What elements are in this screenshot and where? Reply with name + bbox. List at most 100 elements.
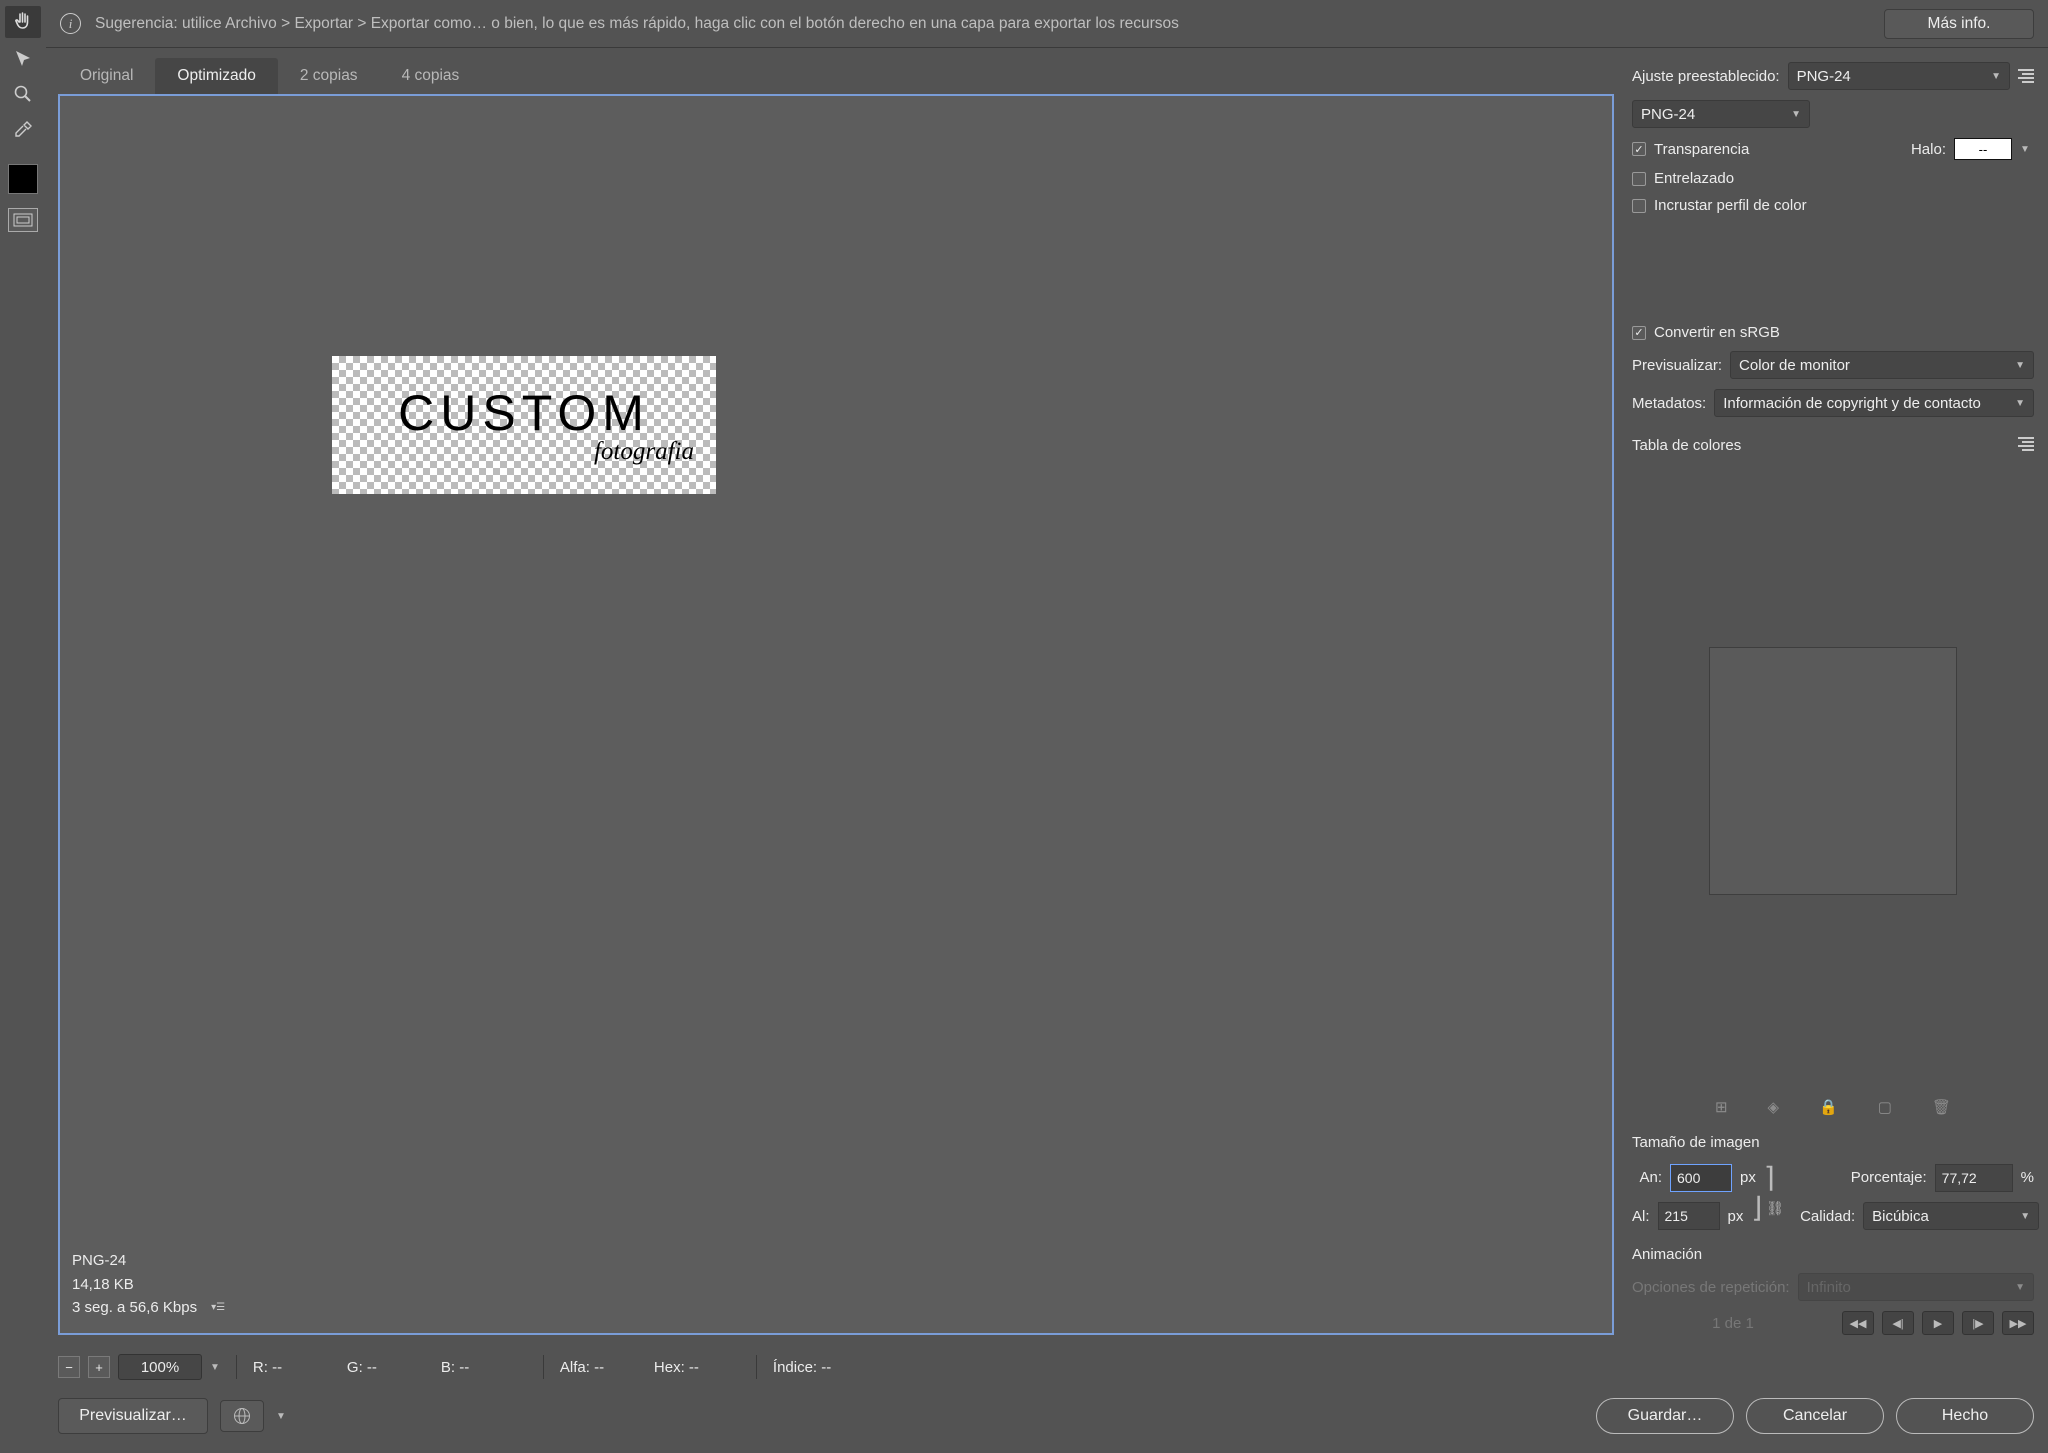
preview-label: Previsualizar: bbox=[1632, 357, 1722, 374]
preview-dropdown[interactable]: Color de monitor▼ bbox=[1730, 351, 2034, 379]
status-alpha: Alfa: -- bbox=[560, 1359, 646, 1376]
zoom-level[interactable]: 100% bbox=[118, 1354, 202, 1380]
zoom-tool-button[interactable] bbox=[5, 78, 41, 110]
prev-frame-button[interactable]: ◀| bbox=[1882, 1311, 1914, 1335]
done-button[interactable]: Hecho bbox=[1896, 1398, 2034, 1434]
animation-counter: 1 de 1 bbox=[1712, 1315, 1754, 1332]
canvas-format: PNG-24 bbox=[72, 1249, 126, 1272]
percent-label: Porcentaje: bbox=[1851, 1169, 1927, 1186]
hint-bar: i Sugerencia: utilice Archivo > Exportar… bbox=[46, 0, 2048, 48]
link-bracket-icon-2: ⌋ bbox=[1751, 1191, 1762, 1224]
repeat-dropdown: Infinito▼ bbox=[1798, 1273, 2034, 1301]
preview-canvas[interactable]: CUSTOM fotografia bbox=[60, 96, 1612, 1241]
hint-text: Sugerencia: utilice Archivo > Exportar >… bbox=[95, 15, 1870, 33]
preset-dropdown[interactable]: PNG-24▼ bbox=[1788, 62, 2010, 90]
tab-2up[interactable]: 2 copias bbox=[278, 58, 380, 94]
halo-label: Halo: bbox=[1911, 141, 1946, 158]
chevron-down-icon: ▼ bbox=[2015, 398, 2025, 409]
tab-optimized[interactable]: Optimizado bbox=[155, 58, 277, 94]
repeat-label: Opciones de repetición: bbox=[1632, 1279, 1790, 1296]
eyedropper-tool-button[interactable] bbox=[5, 114, 41, 146]
image-size-header: Tamaño de imagen bbox=[1632, 1134, 2034, 1151]
web-shift-icon[interactable]: ◈ bbox=[1768, 1098, 1780, 1116]
color-table-label: Tabla de colores bbox=[1632, 437, 1741, 454]
canvas-time: 3 seg. a 56,6 Kbps bbox=[72, 1296, 197, 1319]
metadata-dropdown[interactable]: Información de copyright y de contacto▼ bbox=[1714, 389, 2034, 417]
height-input[interactable] bbox=[1658, 1202, 1720, 1230]
chevron-down-icon: ▼ bbox=[1791, 109, 1801, 120]
preset-menu-icon[interactable] bbox=[2018, 69, 2034, 83]
tab-4up[interactable]: 4 copias bbox=[380, 58, 482, 94]
preset-label: Ajuste preestablecido: bbox=[1632, 68, 1780, 85]
interlaced-checkbox[interactable] bbox=[1632, 172, 1646, 186]
foreground-color-swatch[interactable] bbox=[8, 164, 38, 194]
preview-button[interactable]: Previsualizar… bbox=[58, 1398, 208, 1434]
color-table-menu-icon[interactable] bbox=[2018, 437, 2034, 451]
halo-swatch[interactable]: -- bbox=[1954, 138, 2012, 160]
convert-srgb-label: Convertir en sRGB bbox=[1654, 324, 1780, 341]
chevron-down-icon: ▼ bbox=[2015, 1282, 2025, 1293]
interlaced-label: Entrelazado bbox=[1654, 170, 1734, 187]
globe-icon bbox=[233, 1407, 251, 1425]
status-r: R: -- bbox=[253, 1359, 339, 1376]
status-b: B: -- bbox=[441, 1359, 527, 1376]
metadata-label: Metadatos: bbox=[1632, 395, 1706, 412]
artboard-text-1: CUSTOM bbox=[398, 384, 650, 442]
settings-panel: Ajuste preestablecido: PNG-24▼ PNG-24▼ T… bbox=[1632, 58, 2034, 1335]
slice-visibility-toggle[interactable] bbox=[8, 208, 38, 232]
browser-preview-dropdown[interactable] bbox=[220, 1400, 264, 1432]
last-frame-button[interactable]: ▶▶ bbox=[2002, 1311, 2034, 1335]
left-toolbar bbox=[0, 0, 46, 1453]
preview-artboard: CUSTOM fotografia bbox=[332, 356, 716, 494]
chevron-down-icon: ▼ bbox=[2015, 360, 2025, 371]
link-dimensions-icon[interactable]: ⛓ bbox=[1766, 1200, 1784, 1217]
preview-canvas-wrap: CUSTOM fotografia PNG-24 14,18 KB 3 seg.… bbox=[58, 94, 1614, 1335]
link-bracket-icon: ⌉ bbox=[1764, 1161, 1775, 1194]
embed-profile-label: Incrustar perfil de color bbox=[1654, 197, 1807, 214]
quality-dropdown[interactable]: Bicúbica▼ bbox=[1863, 1202, 2039, 1230]
status-g: G: -- bbox=[347, 1359, 433, 1376]
convert-srgb-checkbox[interactable] bbox=[1632, 326, 1646, 340]
canvas-size: 14,18 KB bbox=[72, 1273, 134, 1296]
lock-icon[interactable]: 🔒 bbox=[1819, 1098, 1838, 1116]
transparency-label: Transparencia bbox=[1654, 141, 1749, 158]
percent-input[interactable] bbox=[1935, 1164, 2013, 1192]
chevron-down-icon[interactable]: ▼ bbox=[2020, 144, 2034, 155]
width-label: An: bbox=[1632, 1169, 1662, 1186]
transparency-checkbox[interactable] bbox=[1632, 142, 1646, 156]
canvas-info-menu-icon[interactable]: ▾☰ bbox=[203, 1300, 225, 1316]
chevron-down-icon[interactable]: ▼ bbox=[210, 1362, 220, 1373]
animation-header: Animación bbox=[1632, 1246, 2034, 1263]
height-label: Al: bbox=[1632, 1208, 1650, 1225]
save-button[interactable]: Guardar… bbox=[1596, 1398, 1734, 1434]
slice-select-tool-button[interactable] bbox=[5, 42, 41, 74]
px-suffix: px bbox=[1740, 1169, 1756, 1186]
cancel-button[interactable]: Cancelar bbox=[1746, 1398, 1884, 1434]
play-button[interactable]: ▶ bbox=[1922, 1311, 1954, 1335]
quality-label: Calidad: bbox=[1800, 1208, 1855, 1225]
canvas-info: PNG-24 14,18 KB 3 seg. a 56,6 Kbps ▾☰ bbox=[60, 1241, 1612, 1333]
status-bar: − + 100% ▼ R: -- G: -- B: -- Alfa: -- He… bbox=[58, 1349, 2034, 1385]
new-color-icon[interactable]: ▢ bbox=[1878, 1098, 1892, 1116]
zoom-out-button[interactable]: − bbox=[58, 1356, 80, 1378]
format-dropdown[interactable]: PNG-24▼ bbox=[1632, 100, 1810, 128]
tab-original[interactable]: Original bbox=[58, 58, 155, 94]
buttons-bar: Previsualizar… ▼ Guardar… Cancelar Hecho bbox=[58, 1393, 2034, 1439]
status-index: Índice: -- bbox=[773, 1359, 923, 1376]
width-input[interactable] bbox=[1670, 1164, 1732, 1192]
px-suffix-2: px bbox=[1728, 1208, 1744, 1225]
more-info-button[interactable]: Más info. bbox=[1884, 9, 2034, 39]
chevron-down-icon: ▼ bbox=[2020, 1211, 2030, 1222]
trash-icon[interactable]: 🗑 bbox=[1932, 1098, 1951, 1116]
first-frame-button[interactable]: ◀◀ bbox=[1842, 1311, 1874, 1335]
embed-profile-checkbox[interactable] bbox=[1632, 199, 1646, 213]
hand-tool-button[interactable] bbox=[5, 6, 41, 38]
artboard-text-2: fotografia bbox=[594, 438, 694, 466]
next-frame-button[interactable]: |▶ bbox=[1962, 1311, 1994, 1335]
percent-suffix: % bbox=[2021, 1169, 2034, 1186]
zoom-in-button[interactable]: + bbox=[88, 1356, 110, 1378]
info-icon: i bbox=[60, 13, 81, 34]
chevron-down-icon[interactable]: ▼ bbox=[276, 1411, 286, 1422]
transparency-map-icon[interactable]: ⊞ bbox=[1715, 1098, 1728, 1116]
color-table bbox=[1709, 647, 1957, 895]
